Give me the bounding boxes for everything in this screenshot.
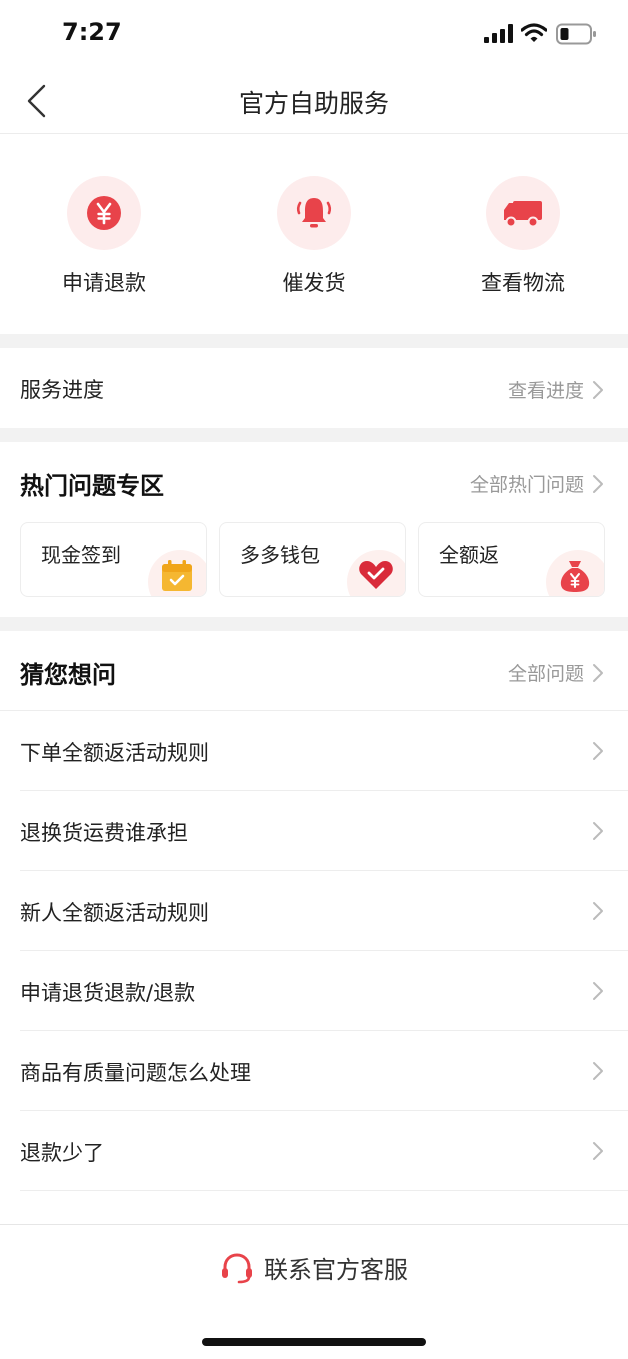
status-time: 7:27 [62, 18, 122, 46]
chevron-right-icon [593, 380, 603, 399]
hot-card-label: 多多钱包 [240, 543, 320, 567]
chevron-right-icon [593, 982, 603, 1000]
battery-icon [556, 23, 596, 45]
yuan-coin-icon [87, 196, 121, 230]
contact-support-button[interactable]: 联系官方客服 [0, 1250, 628, 1285]
hot-card-label: 全额返 [439, 543, 499, 567]
chevron-right-icon [593, 474, 603, 493]
chevron-right-icon [593, 1142, 603, 1160]
home-indicator[interactable] [202, 1338, 426, 1346]
urge-shipping-icon-circle [277, 176, 351, 250]
bell-icon [296, 198, 332, 228]
faq-item-label: 退款少了 [20, 1141, 104, 1165]
hot-card-duoduo-wallet[interactable]: 多多钱包 [219, 522, 406, 597]
faq-list-item[interactable]: 退换货运费谁承担 [0, 791, 628, 871]
hot-card-badge [347, 550, 405, 596]
hot-card-badge [148, 550, 206, 596]
faq-item-label: 新人全额返活动规则 [20, 901, 209, 925]
hot-card-badge [546, 550, 604, 596]
chevron-right-icon [593, 1062, 603, 1080]
hot-questions-title: 热门问题专区 [20, 472, 164, 500]
headset-icon [222, 1252, 252, 1283]
apply-refund-label: 申请退款 [62, 271, 146, 295]
faq-list-item[interactable]: 下单全额返活动规则 [0, 711, 628, 791]
chevron-right-icon [593, 742, 603, 760]
apply-refund-button[interactable]: 申请退款 [29, 176, 179, 306]
faq-item-label: 申请退货退款/退款 [20, 981, 196, 1005]
faq-list-item[interactable]: 申请退货退款/退款 [0, 951, 628, 1031]
all-hot-questions-link[interactable]: 全部热门问题 [470, 470, 604, 497]
faq-title: 猜您想问 [20, 661, 116, 689]
divider [20, 1190, 628, 1191]
calendar-check-icon [162, 560, 192, 591]
faq-item-label: 退换货运费谁承担 [20, 821, 188, 845]
faq-section: 猜您想问 全部问题 下单全额返活动规则 退换货运费谁承担 新人全额返活动规则 申请退货… [0, 631, 628, 1224]
wifi-icon [521, 23, 547, 42]
view-logistics-label: 查看物流 [481, 271, 565, 295]
urge-shipping-button[interactable]: 催发货 [239, 176, 389, 306]
all-questions-label: 全部问题 [507, 663, 584, 685]
money-bag-icon [560, 561, 590, 592]
cellular-signal-icon [484, 24, 513, 43]
hot-card-cash-checkin[interactable]: 现金签到 [20, 522, 207, 597]
service-progress-title: 服务进度 [20, 378, 104, 402]
faq-list-item[interactable]: 退款少了 [0, 1111, 628, 1191]
truck-icon [504, 201, 542, 228]
faq-list-item[interactable]: 商品有质量问题怎么处理 [0, 1031, 628, 1111]
hot-card-label: 现金签到 [41, 543, 121, 567]
view-logistics-icon-circle [486, 176, 560, 250]
faq-item-label: 商品有质量问题怎么处理 [20, 1061, 251, 1085]
chevron-right-icon [593, 663, 603, 682]
all-hot-questions-label: 全部热门问题 [469, 474, 584, 496]
faq-item-label: 下单全额返活动规则 [20, 741, 209, 765]
service-progress-row[interactable]: 服务进度 查看进度 [0, 348, 628, 428]
contact-support-label: 联系官方客服 [264, 1256, 408, 1284]
all-questions-link[interactable]: 全部问题 [508, 659, 604, 686]
chevron-right-icon [593, 902, 603, 920]
faq-list-item[interactable]: 新人全额返活动规则 [0, 871, 628, 951]
view-logistics-button[interactable]: 查看物流 [448, 176, 598, 306]
view-progress-label: 查看进度 [507, 380, 584, 402]
page-title: 官方自助服务 [238, 89, 389, 118]
apply-refund-icon-circle [67, 176, 141, 250]
view-progress-link[interactable]: 查看进度 [508, 376, 604, 403]
urge-shipping-label: 催发货 [282, 271, 346, 295]
heart-wallet-icon [359, 561, 393, 589]
chevron-right-icon [593, 822, 603, 840]
hot-card-full-refund[interactable]: 全额返 [418, 522, 605, 597]
